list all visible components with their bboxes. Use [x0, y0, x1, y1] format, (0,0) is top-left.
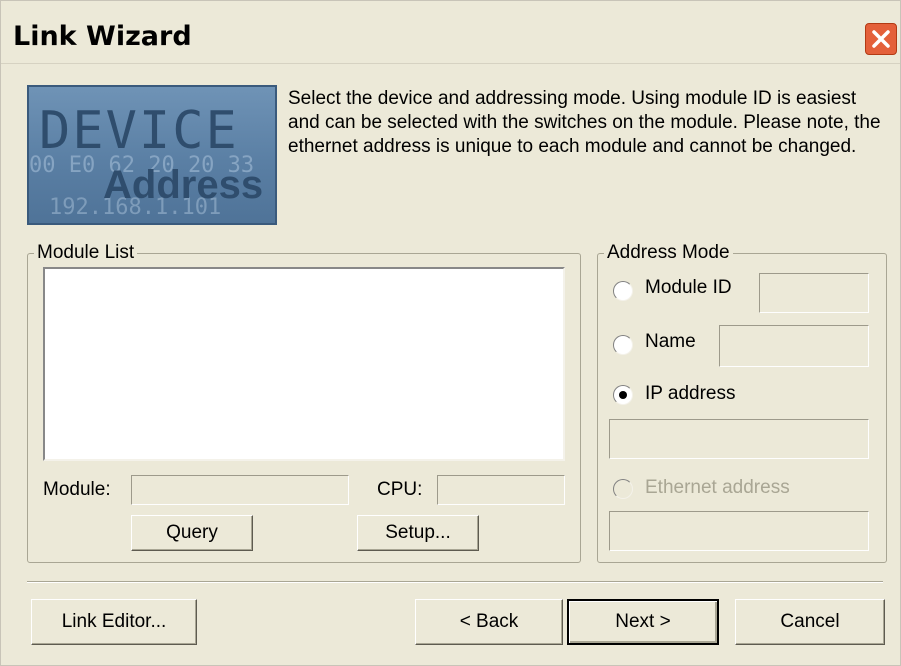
cpu-field	[437, 475, 565, 505]
address-mode-legend: Address Mode	[604, 242, 733, 264]
close-button[interactable]	[865, 23, 897, 55]
name-label: Name	[645, 331, 696, 352]
module-listbox[interactable]	[43, 267, 565, 461]
ip-address-field	[609, 419, 869, 459]
next-button[interactable]: Next >	[567, 599, 719, 645]
ethernet-address-label: Ethernet address	[645, 477, 790, 498]
module-list-legend: Module List	[34, 242, 138, 264]
module-id-radio[interactable]	[613, 281, 633, 301]
title-bar: Link Wizard	[1, 1, 900, 64]
back-button[interactable]: < Back	[415, 599, 563, 645]
name-radio[interactable]	[613, 335, 633, 355]
ip-address-label: IP address	[645, 383, 736, 404]
ip-address-radio[interactable]	[613, 385, 633, 405]
cancel-button[interactable]: Cancel	[735, 599, 885, 645]
module-field	[131, 475, 349, 505]
module-id-field	[759, 273, 869, 313]
window-title: Link Wizard	[13, 21, 192, 52]
close-icon	[872, 30, 890, 48]
query-button[interactable]: Query	[131, 515, 253, 551]
footer-separator	[27, 581, 883, 583]
ethernet-address-radio	[613, 479, 633, 499]
link-wizard-dialog: Link Wizard 00 E0 62 20 20 33 192.168.1.…	[0, 0, 901, 666]
name-field	[719, 325, 869, 367]
module-label: Module:	[43, 479, 111, 500]
module-id-label: Module ID	[645, 277, 732, 298]
ethernet-address-field	[609, 511, 869, 551]
radio-selected-dot	[619, 391, 627, 399]
cpu-label: CPU:	[377, 479, 423, 500]
link-editor-button[interactable]: Link Editor...	[31, 599, 197, 645]
banner-address-text: Address	[103, 163, 264, 207]
device-address-banner-image: 00 E0 62 20 20 33 192.168.1.101 DEVICE A…	[27, 85, 277, 225]
instructions-text: Select the device and addressing mode. U…	[288, 88, 881, 157]
banner-device-text: DEVICE	[39, 101, 239, 161]
setup-button[interactable]: Setup...	[357, 515, 479, 551]
